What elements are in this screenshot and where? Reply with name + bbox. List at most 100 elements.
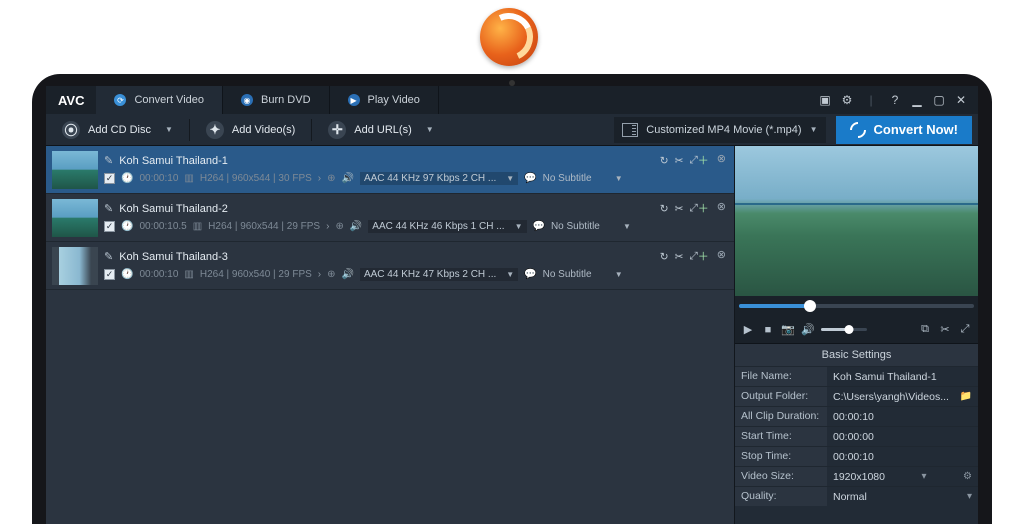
chevron-right-icon[interactable]: › [318, 173, 321, 184]
player-controls: ▶ ■ 📷 🔊 ⧉ ✂ ⤢ [735, 316, 978, 344]
timeline-thumb[interactable] [804, 300, 816, 312]
globe-plus-icon: ✛ [328, 121, 346, 139]
output-profile-select[interactable]: Customized MP4 Movie (*.mp4) ▼ [614, 117, 825, 143]
checkbox[interactable]: ✓ [104, 221, 115, 232]
screen-icon[interactable]: ▣ [818, 93, 832, 107]
remove-icon[interactable]: ⊗ [717, 152, 726, 165]
video-size-select[interactable]: 1920x1080▾⚙ [827, 467, 978, 486]
maximize-icon[interactable]: ▢ [932, 93, 946, 107]
separator: | [864, 93, 878, 107]
checkbox[interactable]: ✓ [104, 173, 115, 184]
crop-icon[interactable]: ⤢ [689, 250, 697, 263]
help-icon[interactable]: ? [888, 93, 902, 107]
setting-label: File Name: [735, 367, 827, 386]
pencil-icon[interactable]: ✎ [104, 202, 113, 215]
start-time-input[interactable]: 00:00:00 [827, 427, 978, 446]
subtitle-select[interactable]: No Subtitle ▼ [543, 173, 623, 184]
video-item[interactable]: ✎ Koh Samui Thailand-3 ↻ ✂ ⤢ ✓ 🕐 00:00:1… [46, 242, 734, 290]
duration: 00:00:10 [139, 269, 178, 280]
close-icon[interactable]: ✕ [954, 93, 968, 107]
play-icon[interactable]: ▶ [741, 323, 755, 336]
settings-header: Basic Settings [735, 344, 978, 366]
scissors-icon[interactable]: ✂ [675, 155, 684, 167]
audio-track-select[interactable]: AAC 44 KHz 47 Kbps 2 CH ...▼ [360, 268, 518, 281]
divider [311, 119, 312, 141]
tab-convert-video[interactable]: ⟳ Convert Video [96, 86, 223, 114]
audio-track-select[interactable]: AAC 44 KHz 46 Kbps 1 CH ...▼ [368, 220, 526, 233]
tab-play-video[interactable]: ▶ Play Video [330, 86, 439, 114]
output-folder-input[interactable]: C:\Users\yangh\Videos...📁 [827, 387, 978, 406]
tab-label: Burn DVD [261, 94, 311, 106]
film-plus-icon: ✦ [206, 121, 224, 139]
film-icon: ▥ [184, 173, 193, 184]
film-icon: ▥ [193, 221, 202, 232]
remove-icon[interactable]: ⊗ [717, 248, 726, 261]
link-icon[interactable]: ⧉ [918, 323, 932, 336]
crop-icon[interactable]: ⤢ [689, 202, 697, 215]
snapshot-icon[interactable]: 📷 [781, 323, 795, 336]
loop-icon[interactable]: ↻ [660, 251, 669, 263]
gear-icon[interactable]: ⚙ [840, 93, 854, 107]
folder-icon[interactable]: 📁 [960, 391, 972, 402]
tab-burn-dvd[interactable]: ◉ Burn DVD [223, 86, 330, 114]
add-cd-disc-button[interactable]: ⦿ Add CD Disc ▼ [52, 117, 183, 143]
setting-label: Quality: [735, 487, 827, 506]
audio-label: AAC 44 KHz 46 Kbps 1 CH ... [372, 221, 504, 232]
subtitle-icon: 💬 [524, 173, 536, 184]
video-thumbnail [52, 151, 98, 189]
crop-icon[interactable]: ⤢ [958, 323, 972, 336]
quality-select[interactable]: Normal▾ [827, 487, 978, 506]
gear-icon[interactable]: ⚙ [963, 471, 972, 482]
timeline-track[interactable] [739, 304, 974, 308]
add-videos-button[interactable]: ✦ Add Video(s) [196, 117, 305, 143]
subtitle-label: No Subtitle [543, 269, 592, 280]
video-title: Koh Samui Thailand-3 [119, 251, 228, 263]
setting-label: All Clip Duration: [735, 407, 827, 426]
chevron-right-icon[interactable]: › [318, 269, 321, 280]
subtitle-select[interactable]: No Subtitle ▼ [551, 221, 631, 232]
video-title: Koh Samui Thailand-1 [119, 155, 228, 167]
add-icon[interactable]: ＋ [698, 152, 709, 168]
button-label: Add CD Disc [88, 124, 151, 136]
stop-time-input[interactable]: 00:00:10 [827, 447, 978, 466]
loop-icon[interactable]: ↻ [660, 155, 669, 167]
button-label: Add Video(s) [232, 124, 295, 136]
duration: 00:00:10 [139, 173, 178, 184]
scissors-icon[interactable]: ✂ [675, 203, 684, 215]
scissors-icon[interactable]: ✂ [938, 323, 952, 336]
minimize-icon[interactable]: ▁ [910, 93, 924, 107]
stop-icon[interactable]: ■ [761, 324, 775, 336]
remove-icon[interactable]: ⊗ [717, 200, 726, 213]
convert-now-button[interactable]: Convert Now! [836, 116, 973, 144]
clock-icon: 🕐 [121, 269, 133, 280]
video-preview [735, 146, 978, 296]
checkbox[interactable]: ✓ [104, 269, 115, 280]
disc-icon: ◉ [241, 94, 253, 106]
add-icon[interactable]: ＋ [698, 248, 709, 264]
chevron-down-icon: ▼ [426, 125, 434, 134]
button-label: Convert Now! [874, 122, 959, 137]
audio-track-select[interactable]: AAC 44 KHz 97 Kbps 2 CH ...▼ [360, 172, 518, 185]
file-name-input[interactable]: Koh Samui Thailand-1 [827, 367, 978, 386]
pencil-icon[interactable]: ✎ [104, 250, 113, 263]
app-window: AVC ⟳ Convert Video ◉ Burn DVD ▶ Play Vi… [46, 86, 978, 524]
volume-slider[interactable] [821, 328, 867, 331]
timeline[interactable] [735, 296, 978, 316]
video-item[interactable]: ✎ Koh Samui Thailand-2 ↻ ✂ ⤢ ✓ 🕐 00:00:1… [46, 194, 734, 242]
loop-icon[interactable]: ↻ [660, 203, 669, 215]
add-urls-button[interactable]: ✛ Add URL(s) ▼ [318, 117, 443, 143]
pencil-icon[interactable]: ✎ [104, 154, 113, 167]
duration: 00:00:10.5 [139, 221, 186, 232]
video-item[interactable]: ✎ Koh Samui Thailand-1 ↻ ✂ ⤢ ✓ 🕐 00:00:1… [46, 146, 734, 194]
divider [189, 119, 190, 141]
crop-icon[interactable]: ⤢ [689, 154, 697, 167]
scissors-icon[interactable]: ✂ [675, 251, 684, 263]
chevron-down-icon: ▼ [165, 125, 173, 134]
chevron-right-icon[interactable]: › [326, 221, 329, 232]
app-name: AVC [46, 93, 96, 108]
add-icon[interactable]: ＋ [698, 200, 709, 216]
volume-icon[interactable]: 🔊 [801, 323, 815, 336]
subtitle-select[interactable]: No Subtitle ▼ [543, 269, 623, 280]
setting-label: Output Folder: [735, 387, 827, 406]
volume-icon: 🔊 [342, 269, 354, 280]
